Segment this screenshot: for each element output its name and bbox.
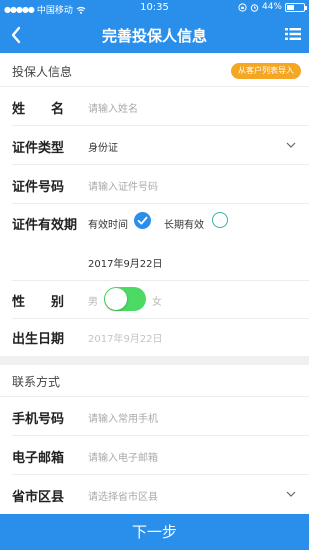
validity-row: 证件有效期 有效时间 长期有效	[0, 203, 309, 242]
contact-section-header: 联系方式	[0, 365, 309, 397]
gender-toggle[interactable]	[104, 287, 146, 311]
id-number-row: 证件号码 请输入证件号码	[0, 165, 309, 204]
validity-option-fixed[interactable]: 有效时间	[88, 216, 128, 231]
region-label: 省市区县	[12, 490, 65, 505]
status-right: 44%	[238, 2, 307, 12]
page-title: 完善投保人信息	[101, 27, 207, 45]
battery-level	[287, 4, 295, 10]
check-icon[interactable]	[134, 212, 151, 229]
orientation-lock-icon	[238, 2, 247, 12]
section-title-policyholder: 投保人信息	[12, 65, 73, 79]
id-type-label: 证件类型	[12, 141, 65, 156]
id-number-label: 证件号码	[12, 180, 65, 195]
birth-label: 出生日期	[12, 332, 65, 347]
birth-row[interactable]: 出生日期 2017年9月22日	[0, 317, 309, 356]
import-from-customers-button[interactable]: 从客户列表导入	[231, 63, 301, 79]
gender-row: 性 别 男 女	[0, 280, 309, 319]
chevron-down-icon[interactable]	[285, 489, 297, 499]
section-title-contact: 联系方式	[12, 375, 61, 389]
phone-row: 手机号码 请输入常用手机	[0, 397, 309, 436]
birth-date-input[interactable]: 2017年9月22日	[88, 330, 163, 345]
next-step-button[interactable]: 下一步	[0, 514, 309, 550]
validity-date[interactable]: 2017年9月22日	[88, 255, 163, 270]
gender-male-label: 男	[88, 297, 98, 308]
id-type-row[interactable]: 证件类型 身份证	[0, 126, 309, 165]
alarm-icon	[250, 3, 259, 12]
name-input[interactable]: 请输入姓名	[88, 100, 138, 115]
phone-input[interactable]: 请输入常用手机	[88, 410, 158, 425]
gender-female-label: 女	[152, 297, 162, 308]
battery-icon	[285, 2, 307, 12]
chevron-down-icon[interactable]	[285, 140, 297, 150]
region-select[interactable]: 请选择省市区县	[88, 488, 158, 503]
region-row[interactable]: 省市区县 请选择省市区县	[0, 475, 309, 514]
email-row: 电子邮箱 请输入电子邮箱	[0, 436, 309, 475]
gender-label: 性 别	[12, 295, 65, 310]
name-label: 姓 名	[12, 102, 65, 117]
policyholder-section-header: 投保人信息 从客户列表导入	[0, 55, 309, 87]
id-type-select[interactable]: 身份证	[88, 139, 118, 154]
status-bar: ●●●●● 中国移动 10:35 44%	[0, 0, 309, 17]
email-input[interactable]: 请输入电子邮箱	[88, 449, 158, 464]
email-label: 电子邮箱	[12, 451, 65, 466]
id-number-input[interactable]: 请输入证件号码	[88, 178, 158, 193]
validity-option-permanent[interactable]: 长期有效	[164, 216, 204, 231]
battery-percent: 44%	[261, 2, 282, 12]
toggle-knob	[105, 288, 127, 310]
validity-date-row[interactable]: 2017年9月22日	[0, 242, 309, 281]
phone-label: 手机号码	[12, 412, 65, 427]
radio-unchecked-icon[interactable]	[212, 212, 228, 228]
validity-label: 证件有效期	[12, 218, 78, 233]
nav-bar: 完善投保人信息	[0, 17, 309, 53]
name-row: 姓 名 请输入姓名	[0, 87, 309, 126]
section-divider	[0, 356, 309, 365]
list-icon[interactable]	[285, 27, 301, 41]
